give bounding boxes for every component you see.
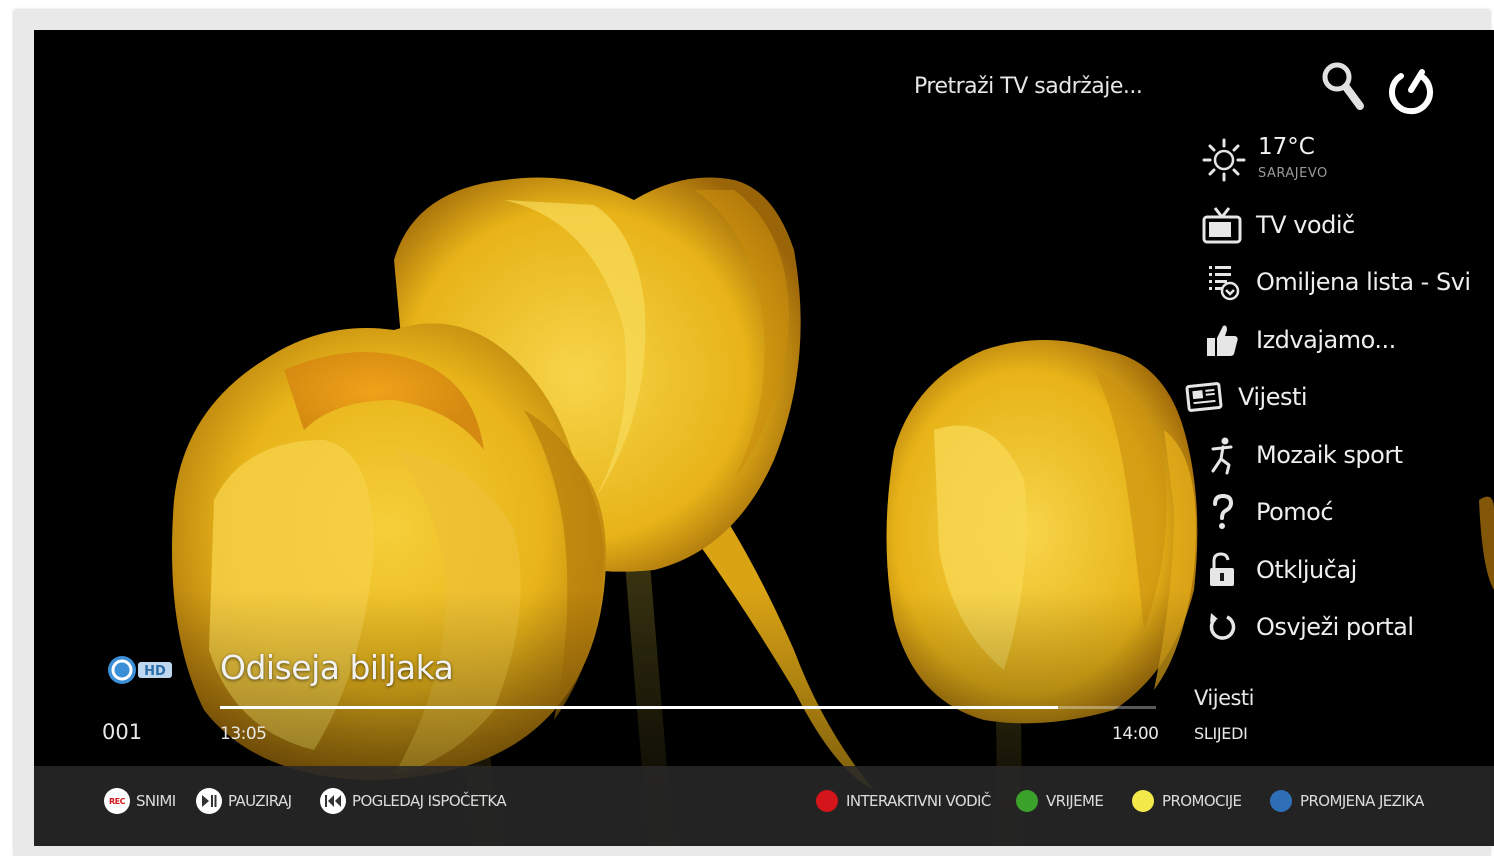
menu-item-label: Omiljena lista - Svi <box>1256 268 1471 296</box>
red-button-interactive-guide[interactable]: INTERAKTIVNI VODIČ <box>816 788 991 814</box>
menu-item-label: Izdvajamo... <box>1256 326 1396 354</box>
program-progress-fill <box>220 706 1058 709</box>
program-progress-bar <box>220 706 1156 709</box>
tv-icon <box>1200 205 1244 245</box>
blue-button-label: PROMJENA JEZIKA <box>1300 792 1424 810</box>
green-button-icon <box>1016 790 1038 812</box>
weather-widget[interactable]: 17°C SARAJEVO <box>1202 134 1402 186</box>
next-program-title: Vijesti <box>1194 686 1255 710</box>
search-input[interactable]: Pretraži TV sadržaje... <box>914 74 1143 99</box>
favorite-list-icon <box>1200 262 1244 302</box>
yellow-button-icon <box>1132 790 1154 812</box>
record-icon: REC <box>104 788 130 814</box>
pause-button[interactable]: PAUZIRAJ <box>196 788 292 814</box>
menu-item-favorites[interactable]: Omiljena lista - Svi <box>1200 259 1471 305</box>
weather-city: SARAJEVO <box>1258 166 1328 181</box>
sport-icon <box>1200 435 1244 475</box>
green-button-label: VRIJEME <box>1046 792 1104 810</box>
yellow-button-label: PROMOCIJE <box>1162 792 1242 810</box>
menu-item-label: Otključaj <box>1256 556 1357 584</box>
thumbs-up-icon <box>1200 320 1244 360</box>
menu-item-unlock[interactable]: Otključaj <box>1200 547 1357 593</box>
channel-logo: HD <box>106 652 176 688</box>
restart-button[interactable]: POGLEDAJ ISPOČETKA <box>320 788 507 814</box>
play-pause-icon <box>196 788 222 814</box>
restart-label: POGLEDAJ ISPOČETKA <box>352 792 507 810</box>
menu-item-label: Pomoć <box>1256 498 1334 526</box>
program-title: Odiseja biljaka <box>220 648 454 687</box>
record-button[interactable]: REC SNIMI <box>104 788 176 814</box>
menu-item-tv-guide[interactable]: TV vodič <box>1200 202 1355 248</box>
tv-screen: Pretraži TV sadržaje... 17°C SARAJEVO TV… <box>34 30 1494 846</box>
rec-badge-text: REC <box>109 796 126 806</box>
pause-label: PAUZIRAJ <box>228 792 292 810</box>
next-program-label: SLIJEDI <box>1194 724 1248 743</box>
question-icon <box>1200 492 1244 532</box>
menu-item-mozaik-sport[interactable]: Mozaik sport <box>1200 432 1403 478</box>
weather-temperature: 17°C <box>1258 134 1315 160</box>
program-end-time: 14:00 <box>1112 724 1159 744</box>
menu-item-label: Osvježi portal <box>1256 613 1414 641</box>
search-icon[interactable] <box>1320 60 1368 112</box>
menu-item-label: Mozaik sport <box>1256 441 1403 469</box>
menu-item-refresh-portal[interactable]: Osvježi portal <box>1200 604 1414 650</box>
sun-icon <box>1202 138 1246 182</box>
menu-item-label: TV vodič <box>1256 211 1355 239</box>
unlock-icon <box>1200 550 1244 590</box>
green-button-weather[interactable]: VRIJEME <box>1016 788 1104 814</box>
menu-item-news[interactable]: Vijesti <box>1182 374 1308 420</box>
newspaper-icon <box>1182 377 1226 417</box>
record-label: SNIMI <box>136 792 176 810</box>
channel-logo-hd-text: HD <box>144 664 166 679</box>
menu-item-featured[interactable]: Izdvajamo... <box>1200 317 1396 363</box>
blue-button-language[interactable]: PROMJENA JEZIKA <box>1270 788 1424 814</box>
program-start-time: 13:05 <box>220 724 267 744</box>
rewind-icon <box>320 788 346 814</box>
blue-button-icon <box>1270 790 1292 812</box>
red-button-icon <box>816 790 838 812</box>
power-icon[interactable] <box>1384 60 1438 116</box>
bottom-action-bar: REC SNIMI PAUZIRAJ POGLEDAJ ISPOČETKA IN… <box>34 766 1494 846</box>
menu-item-label: Vijesti <box>1238 383 1308 411</box>
channel-number: 001 <box>102 720 143 744</box>
red-button-label: INTERAKTIVNI VODIČ <box>846 792 991 810</box>
yellow-button-promotions[interactable]: PROMOCIJE <box>1132 788 1242 814</box>
menu-item-help[interactable]: Pomoć <box>1200 489 1334 535</box>
refresh-icon <box>1200 607 1244 647</box>
